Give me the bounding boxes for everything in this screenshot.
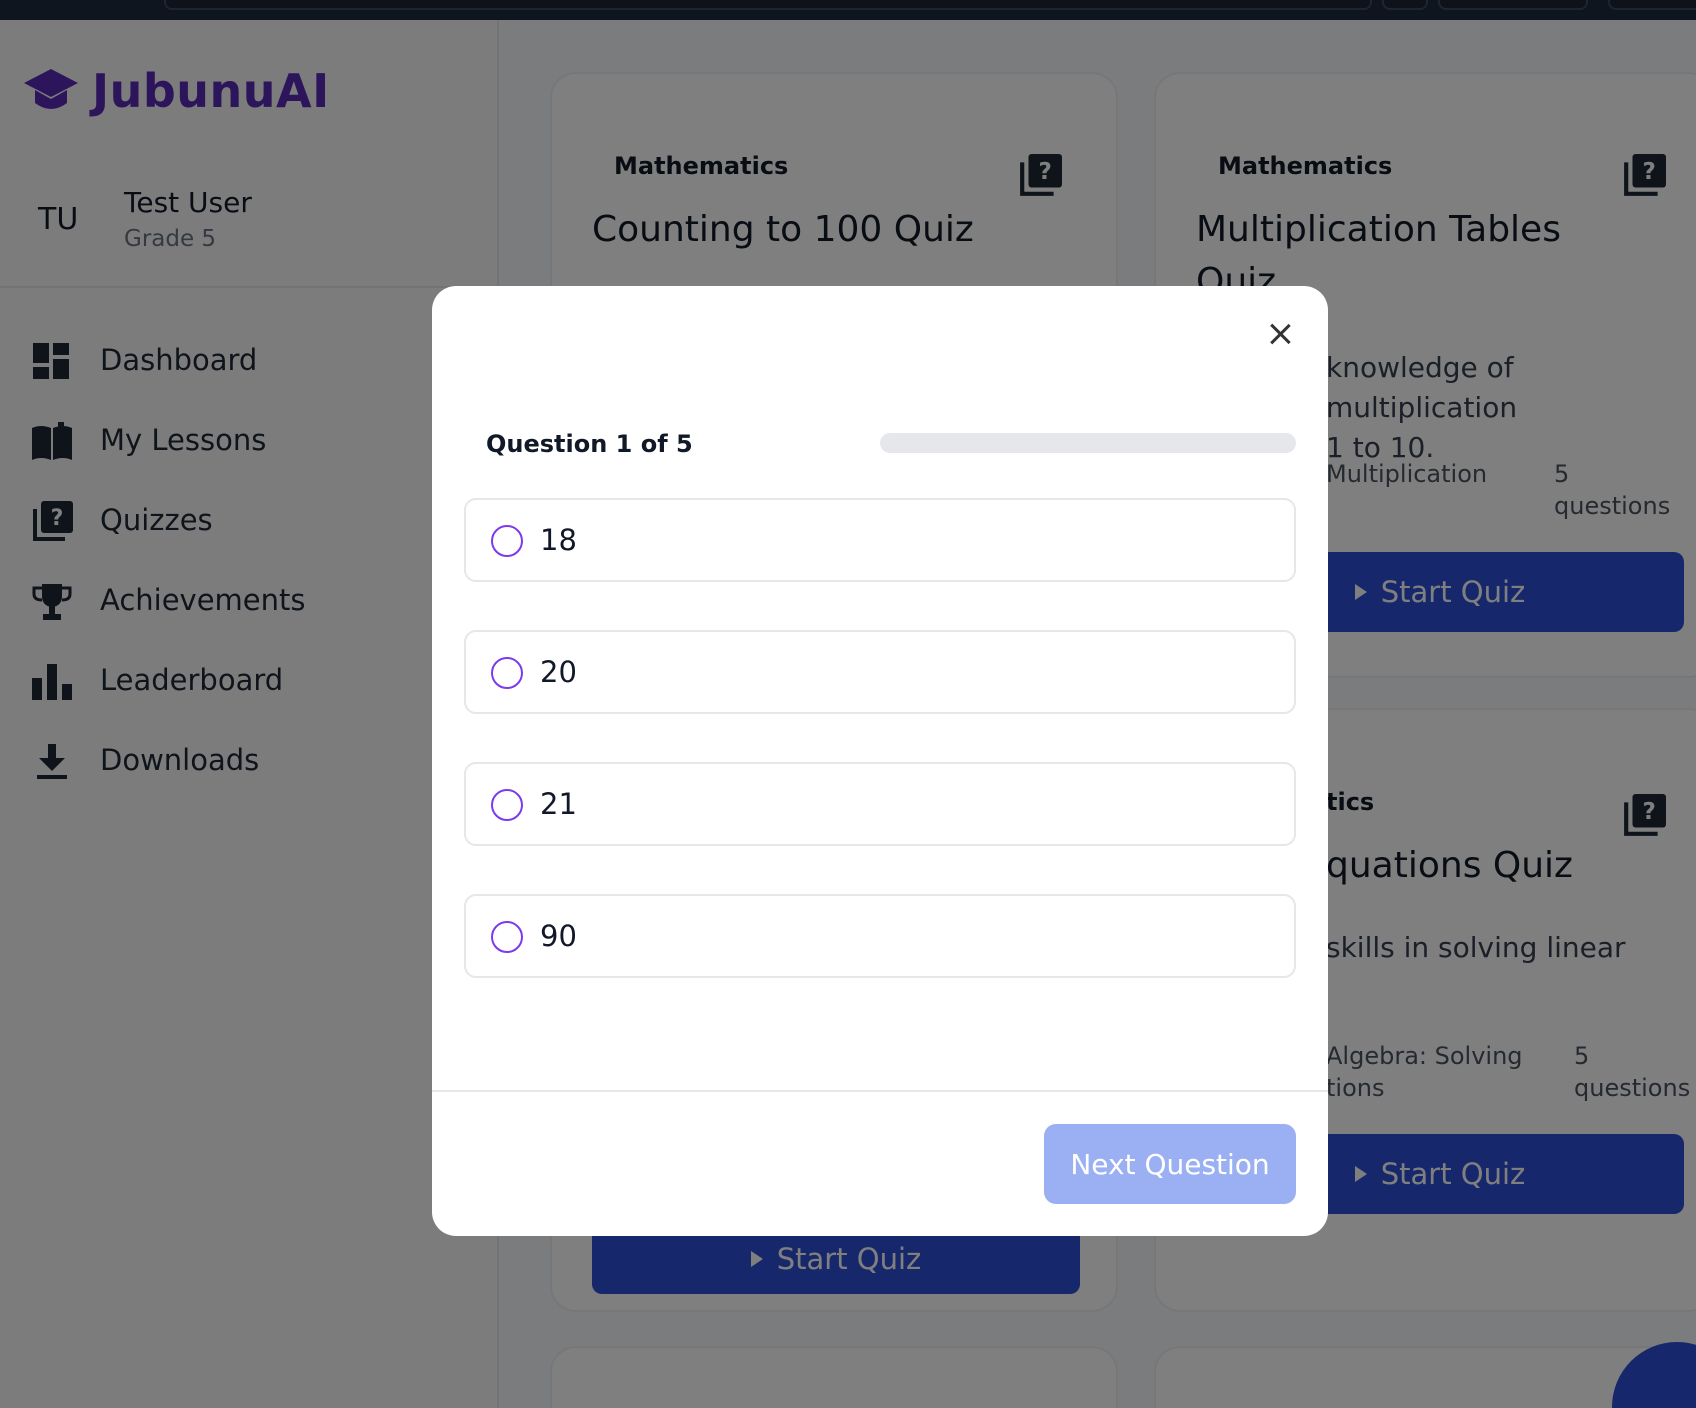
radio-button[interactable] bbox=[491, 657, 523, 689]
answer-text: 90 bbox=[540, 919, 577, 953]
answer-text: 21 bbox=[540, 787, 577, 821]
answer-option[interactable]: 18 bbox=[464, 498, 1296, 582]
radio-button[interactable] bbox=[491, 525, 523, 557]
question-counter: Question 1 of 5 bbox=[486, 430, 693, 458]
answer-text: 20 bbox=[540, 655, 577, 689]
answer-option[interactable]: 21 bbox=[464, 762, 1296, 846]
quiz-modal bbox=[432, 286, 1328, 1236]
radio-button[interactable] bbox=[491, 921, 523, 953]
answer-option[interactable]: 90 bbox=[464, 894, 1296, 978]
answer-text: 18 bbox=[540, 523, 577, 557]
next-question-button[interactable]: Next Question bbox=[1044, 1124, 1296, 1204]
radio-button[interactable] bbox=[491, 789, 523, 821]
progress-bar bbox=[880, 433, 1296, 453]
answer-option[interactable]: 20 bbox=[464, 630, 1296, 714]
close-icon[interactable] bbox=[1262, 316, 1298, 352]
modal-footer-divider bbox=[432, 1090, 1328, 1092]
